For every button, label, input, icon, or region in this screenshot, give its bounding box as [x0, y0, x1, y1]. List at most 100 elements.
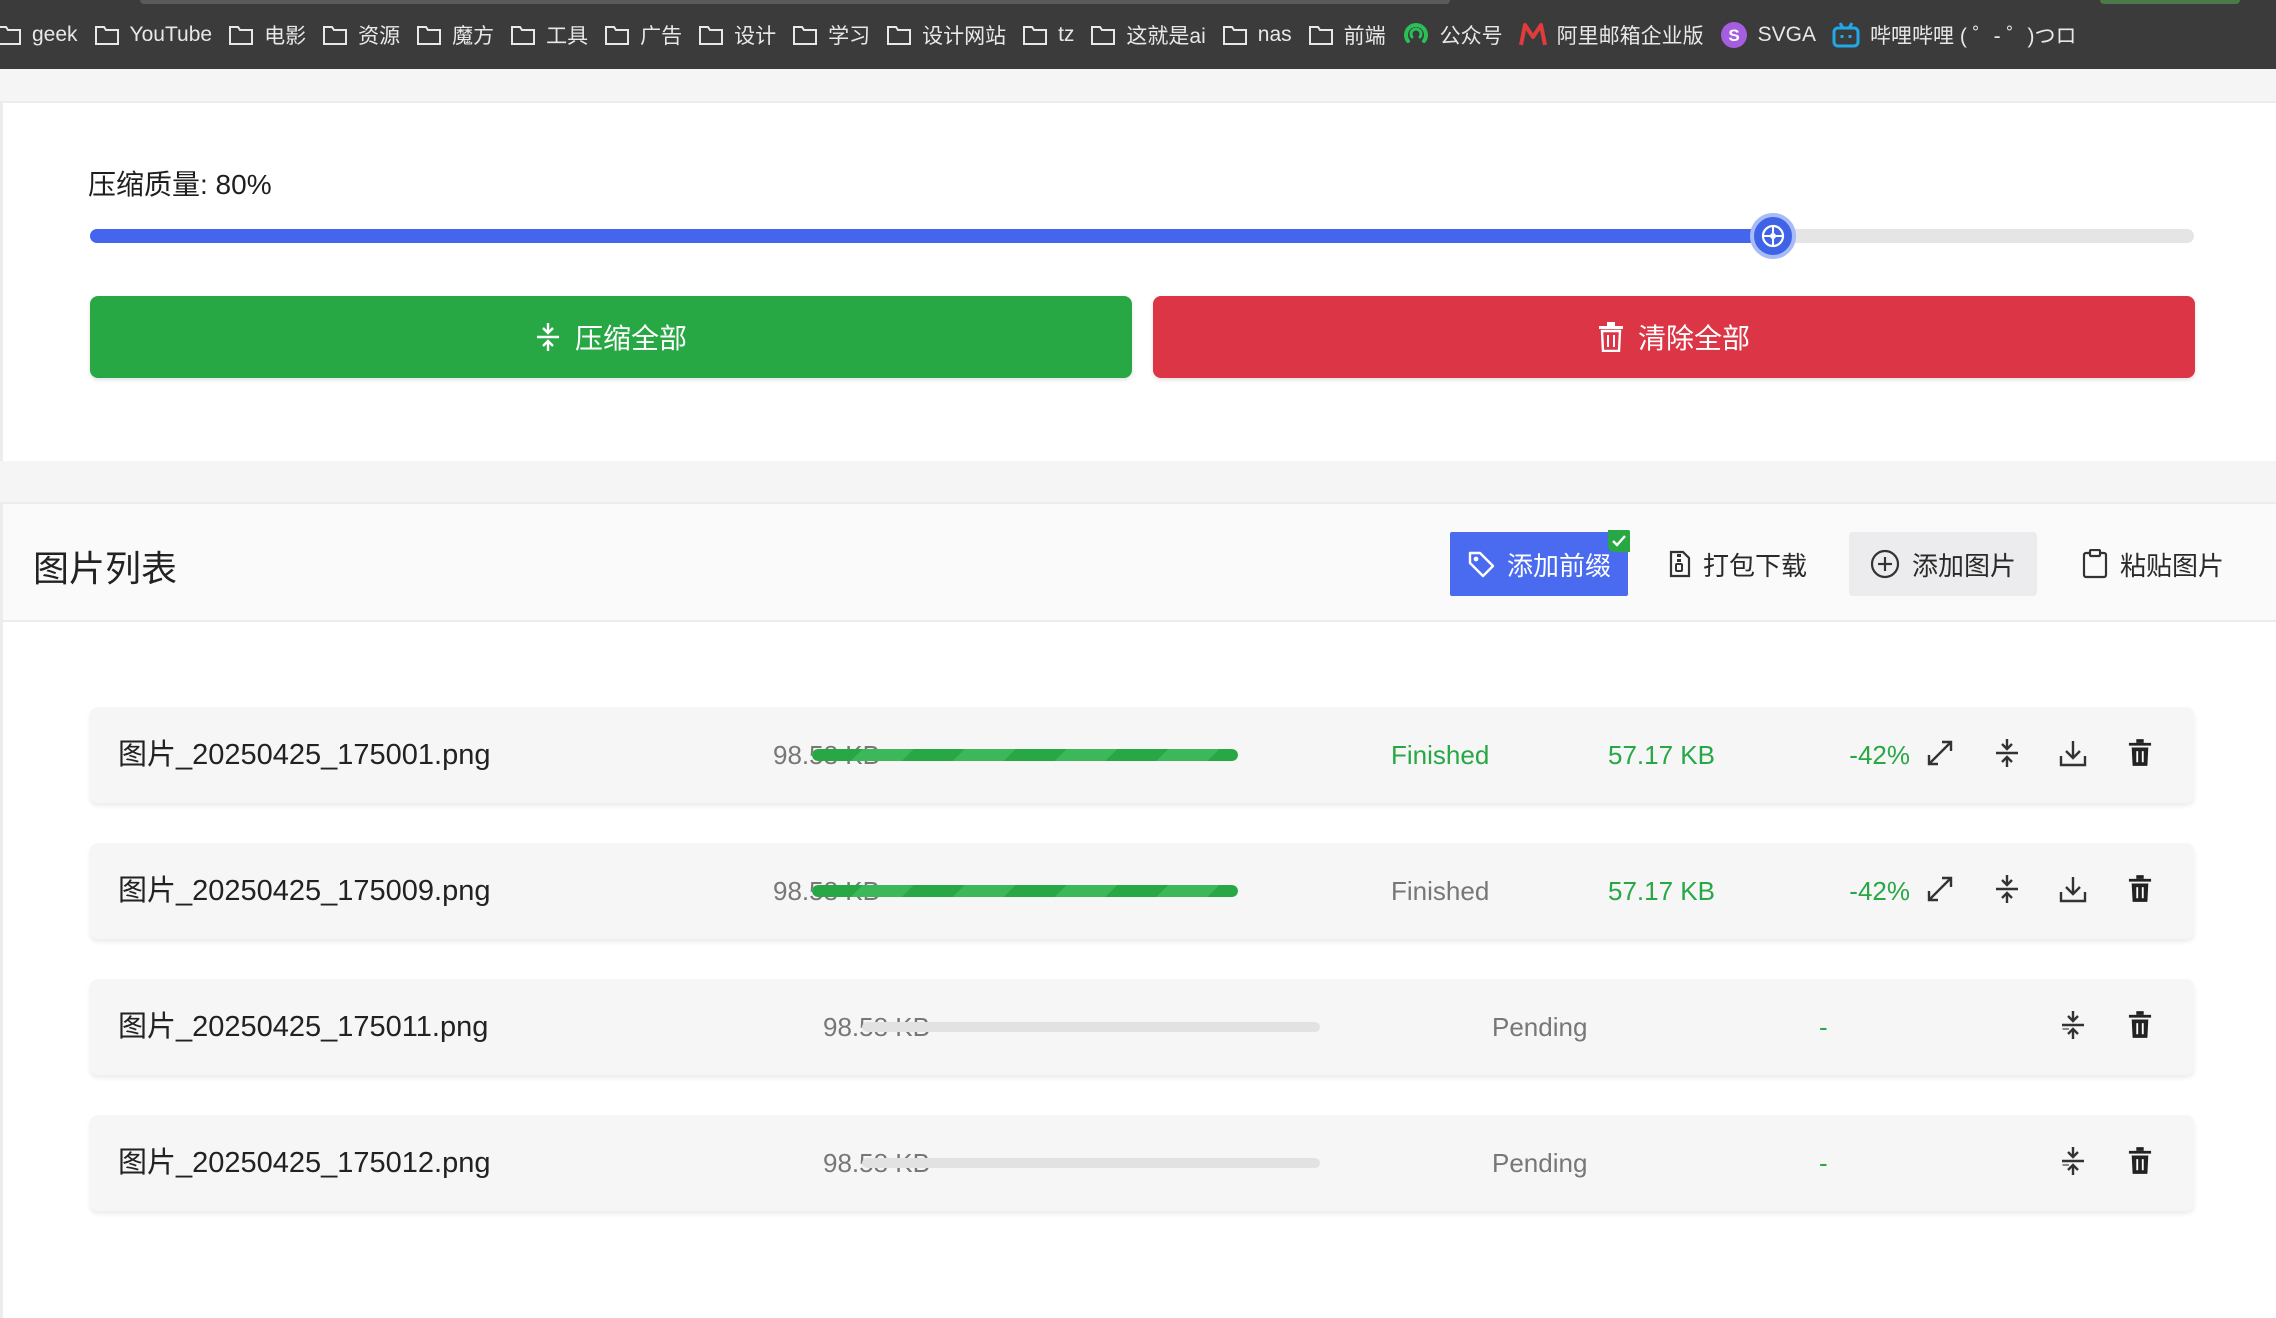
compress-all-label: 压缩全部 — [574, 323, 687, 354]
compress-icon — [2060, 1010, 2086, 1045]
bookmark-label: 这就是ai — [1126, 24, 1206, 48]
bookmark-item[interactable]: tz — [1014, 0, 1082, 69]
quality-label: 压缩质量: 80% — [88, 169, 272, 200]
delete-button[interactable] — [2122, 737, 2158, 773]
bookmark-list: geek YouTube 电影 资源 魔方 工具 广告 设计 学习 设计网站 tz 这就是ai nas 前… — [0, 0, 2084, 69]
file-name: 图片_20250425_175012.png — [118, 1147, 491, 1179]
folder-icon — [1222, 24, 1248, 46]
bookmark-item[interactable]: geek — [0, 0, 86, 69]
add-prefix-button[interactable]: 添加前缀 — [1450, 530, 1630, 596]
bookmark-item[interactable]: 前端 — [1300, 0, 1394, 69]
bookmark-item[interactable]: 阿里邮箱企业版 — [1511, 0, 1712, 69]
slider-thumb[interactable] — [1750, 213, 1797, 259]
compression-ratio: -42% — [1849, 740, 1910, 770]
add-image-button[interactable]: 添加图片 — [1849, 532, 2037, 596]
bookmark-item[interactable]: 电影 — [220, 0, 314, 69]
file-row: 图片_20250425_175011.png98.58 KBPending-- — [90, 979, 2194, 1075]
paste-image-button[interactable]: 粘贴图片 — [2073, 532, 2233, 596]
bookmark-item[interactable]: 哔哩哔哩 ( ゜- ゜)つロ — [1824, 0, 2084, 69]
quality-slider[interactable] — [90, 213, 2194, 259]
zip-download-button[interactable]: 打包下载 — [1663, 532, 1813, 596]
bookmark-item[interactable]: 魔方 — [408, 0, 502, 69]
compress-all-button[interactable]: 压缩全部 — [90, 296, 1132, 378]
add-prefix-label: 添加前缀 — [1506, 550, 1611, 581]
progress-fill — [812, 749, 1238, 761]
delete-button[interactable] — [2122, 1009, 2158, 1045]
delete-button[interactable] — [2122, 1145, 2158, 1181]
bookmark-label: 工具 — [546, 24, 589, 48]
folder-icon — [416, 24, 442, 46]
clear-all-button[interactable]: 清除全部 — [1153, 296, 2195, 378]
folder-icon — [698, 24, 724, 46]
folder-icon — [604, 24, 630, 46]
expand-icon — [1925, 874, 1955, 909]
preview-button[interactable] — [1922, 737, 1958, 773]
compress-icon — [1994, 738, 2020, 773]
bookmark-item[interactable]: 设计网站 — [878, 0, 1014, 69]
tab-strip-edge-active — [2100, 0, 2240, 4]
bookmark-label: 魔方 — [452, 24, 495, 48]
paste-image-label: 粘贴图片 — [2119, 550, 2224, 581]
bookmark-item[interactable]: 公众号 — [1394, 0, 1511, 69]
bookmark-item[interactable]: S SVGA — [1712, 0, 1824, 69]
preview-button[interactable] — [1922, 873, 1958, 909]
bookmark-label: 资源 — [358, 24, 401, 48]
bookmark-item[interactable]: 广告 — [596, 0, 690, 69]
download-icon — [2058, 875, 2088, 908]
folder-icon — [510, 24, 536, 46]
clear-all-label: 清除全部 — [1637, 323, 1750, 354]
file-name: 图片_20250425_175011.png — [118, 1011, 489, 1043]
folder-icon — [792, 24, 818, 46]
bookmarks-bar: geek YouTube 电影 资源 魔方 工具 广告 设计 学习 设计网站 tz 这就是ai nas 前… — [0, 0, 2276, 69]
add-image-label: 添加图片 — [1911, 550, 2016, 581]
status-text: Pending — [1492, 1012, 1588, 1042]
folder-icon — [94, 24, 120, 46]
folder-icon — [886, 24, 912, 46]
bookmark-item[interactable]: 资源 — [314, 0, 408, 69]
compress-button[interactable] — [2055, 1145, 2091, 1181]
image-list-header: 图片列表 添加前缀 打包下载 添加图片 粘贴图片 — [3, 502, 2276, 622]
tag-icon — [1467, 550, 1495, 578]
bookmark-item[interactable]: 这就是ai — [1082, 0, 1213, 69]
checkmark-icon — [1608, 530, 1630, 552]
bookmark-item[interactable]: nas — [1214, 0, 1300, 69]
tab-strip-edge — [140, 0, 1450, 4]
bookmark-label: nas — [1257, 22, 1292, 46]
compress-icon — [1994, 874, 2020, 909]
compressed-size: 57.17 KB — [1608, 876, 1715, 906]
download-button[interactable] — [2055, 873, 2091, 909]
file-row: 图片_20250425_175009.png98.58 KBFinished57… — [90, 843, 2194, 939]
bookmark-label: 哔哩哔哩 ( ゜- ゜)つロ — [1870, 24, 2077, 48]
download-button[interactable] — [2055, 737, 2091, 773]
bookmark-label: 广告 — [640, 24, 683, 48]
compressed-size: - — [1819, 1148, 1828, 1178]
bookmark-item[interactable]: 设计 — [690, 0, 784, 69]
folder-icon — [0, 24, 22, 46]
bookmark-label: 设计 — [734, 24, 777, 48]
bookmark-label: SVGA — [1757, 22, 1816, 46]
file-name: 图片_20250425_175001.png — [118, 739, 491, 771]
wechat-mp-icon — [1402, 21, 1430, 49]
delete-button[interactable] — [2122, 873, 2158, 909]
compress-button[interactable] — [1989, 737, 2025, 773]
bilibili-icon — [1832, 21, 1860, 48]
compression-ratio: -42% — [1849, 876, 1910, 906]
trash-icon — [2128, 874, 2152, 908]
expand-icon — [1925, 738, 1955, 773]
bookmark-item[interactable]: 学习 — [784, 0, 878, 69]
status-text: Finished — [1391, 740, 1490, 770]
bookmark-label: tz — [1058, 22, 1075, 46]
svga-icon: S — [1720, 21, 1748, 49]
bookmark-item[interactable]: 工具 — [502, 0, 596, 69]
zip-download-label: 打包下载 — [1702, 550, 1807, 581]
file-row: 图片_20250425_175001.png98.58 KBFinished57… — [90, 707, 2194, 803]
bookmark-item[interactable]: YouTube — [86, 0, 221, 69]
progress-bar — [812, 749, 1238, 761]
bookmark-label: 公众号 — [1439, 24, 1503, 48]
trash-icon — [1598, 322, 1624, 352]
slider-fill — [90, 229, 1774, 243]
image-list-title: 图片列表 — [33, 548, 178, 589]
compress-button[interactable] — [2055, 1009, 2091, 1045]
compressed-size: - — [1819, 1012, 1828, 1042]
compress-button[interactable] — [1989, 873, 2025, 909]
